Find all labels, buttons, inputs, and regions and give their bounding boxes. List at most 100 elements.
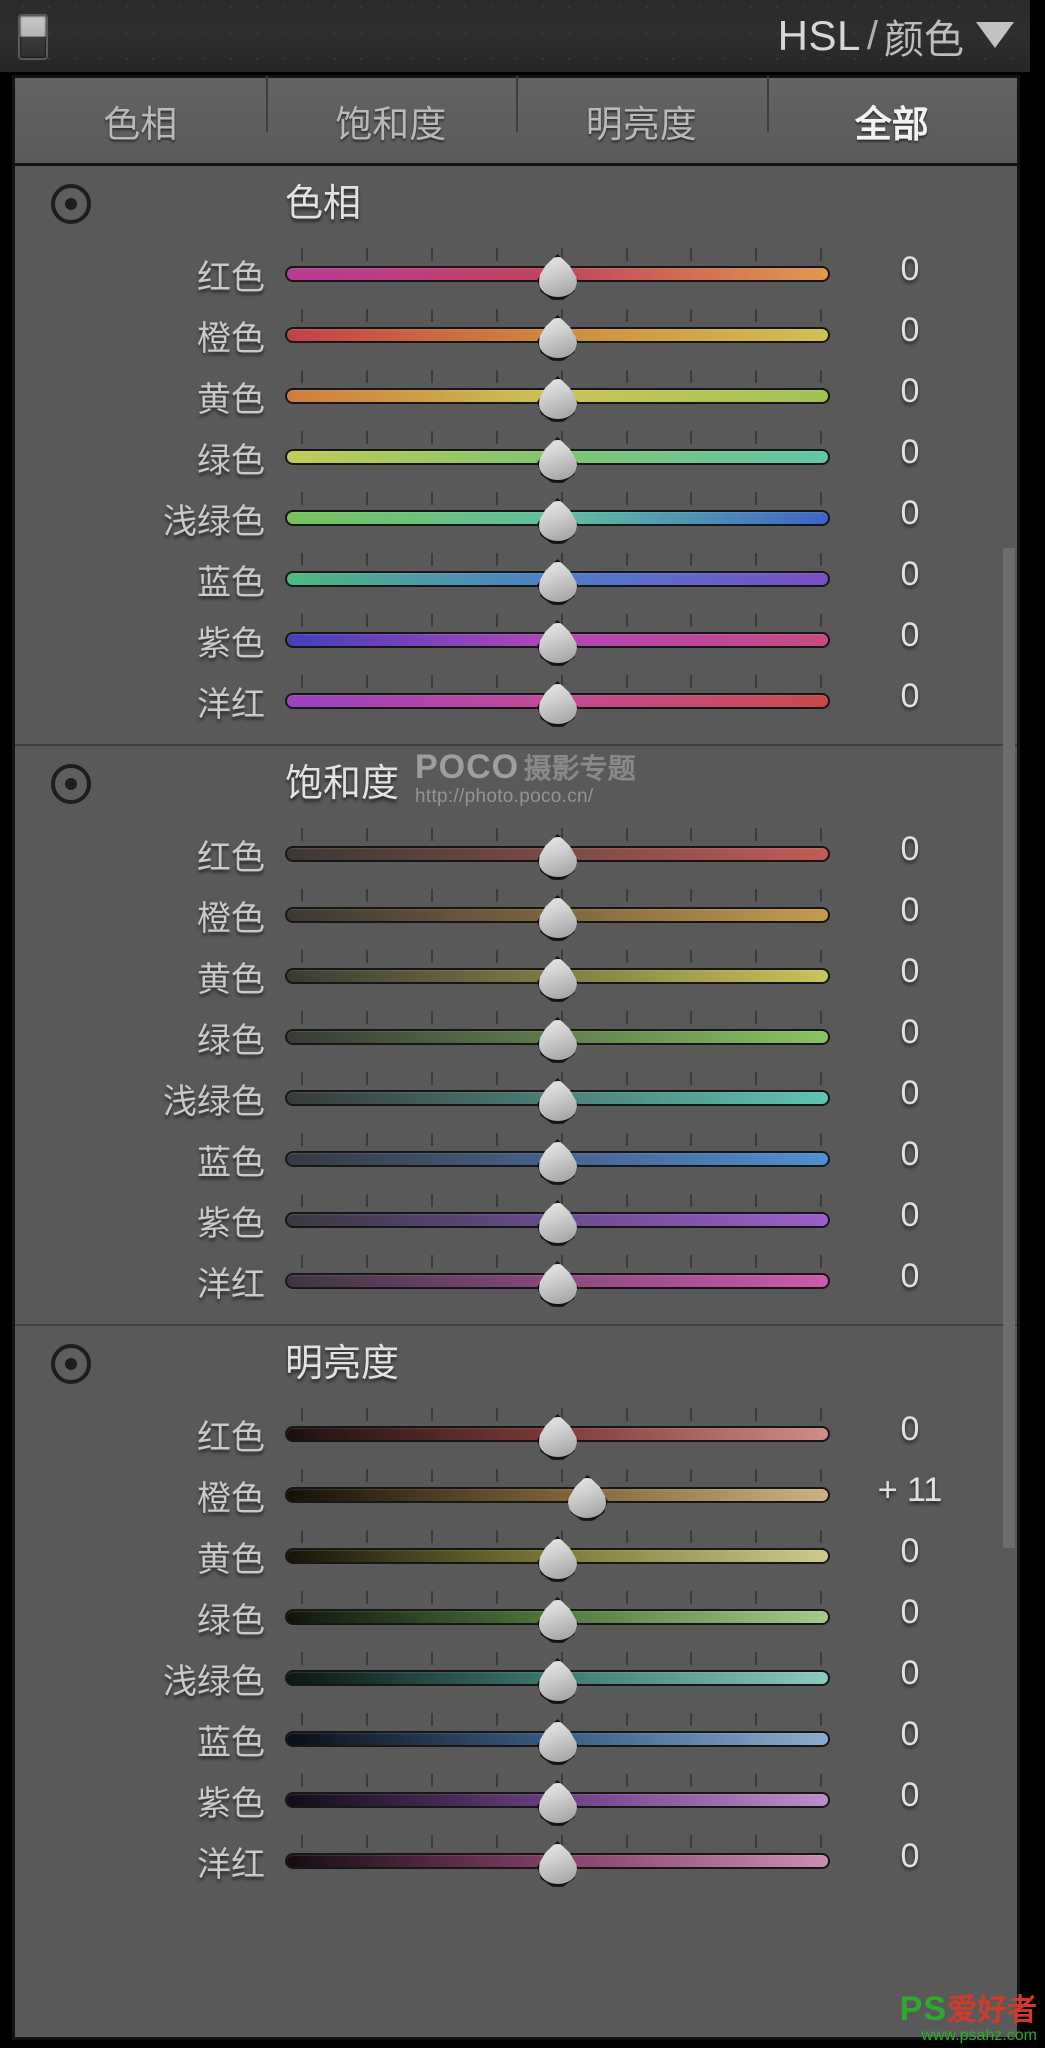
slider-value[interactable]: 0 — [845, 616, 975, 655]
section-title-saturation: 饱和度 — [285, 763, 400, 805]
slider-label: 橙色 — [197, 320, 265, 358]
slider-track-area[interactable] — [285, 1829, 830, 1890]
section-title-hue: 色相 — [285, 183, 362, 225]
site-watermark-text: 爱好者 — [947, 1994, 1037, 2027]
slider-value[interactable]: + 11 — [845, 1471, 975, 1510]
slider-value[interactable]: 0 — [845, 891, 975, 930]
slider-label: 橙色 — [197, 1480, 265, 1518]
slider-row: 蓝色 0 — [15, 1127, 1017, 1188]
section-header-luminance: 明亮度 — [15, 1326, 1017, 1402]
poco-watermark-brand: POCO — [415, 748, 520, 786]
target-adjust-icon[interactable] — [51, 1344, 91, 1384]
slider-value[interactable]: 0 — [845, 677, 975, 716]
slider-track-area[interactable] — [285, 1402, 830, 1463]
slider-row: 红色 0 — [15, 242, 1017, 303]
panel-toggle-switch[interactable] — [18, 14, 48, 60]
poco-watermark-brand-cn: 摄影专题 — [523, 753, 636, 784]
tab-3[interactable]: 全部 — [766, 75, 1018, 148]
slider-value[interactable]: 0 — [845, 433, 975, 472]
slider-label: 绿色 — [197, 1022, 265, 1060]
tab-1[interactable]: 饱和度 — [265, 75, 517, 148]
slider-ticks — [285, 1469, 830, 1483]
slider-track-area[interactable] — [285, 608, 830, 669]
slider-track-area[interactable] — [285, 1463, 830, 1524]
slider-value[interactable]: 0 — [845, 1013, 975, 1052]
slider-value[interactable]: 0 — [845, 1715, 975, 1754]
slider-track-area[interactable] — [285, 1127, 830, 1188]
slider-track-area[interactable] — [285, 883, 830, 944]
slider-value[interactable]: 0 — [845, 1410, 975, 1449]
slider-track-area[interactable] — [285, 822, 830, 883]
slider-row: 洋红 0 — [15, 669, 1017, 730]
slider-label: 洋红 — [197, 686, 265, 724]
slider-row: 蓝色 0 — [15, 547, 1017, 608]
slider-track-area[interactable] — [285, 1524, 830, 1585]
panel-scrollbar[interactable] — [1003, 548, 1015, 1548]
site-watermark: PS爱好者 www.psahz.com — [900, 1992, 1037, 2044]
slider-label: 绿色 — [197, 442, 265, 480]
slider-label: 浅绿色 — [163, 1083, 265, 1121]
slider-value[interactable]: 0 — [845, 1532, 975, 1571]
slider-track-area[interactable] — [285, 1768, 830, 1829]
slider-track-area[interactable] — [285, 1585, 830, 1646]
slider-row: 红色 0 — [15, 1402, 1017, 1463]
slider-value[interactable]: 0 — [845, 830, 975, 869]
slider-track-area[interactable] — [285, 669, 830, 730]
slider-value[interactable]: 0 — [845, 494, 975, 533]
slider-track-area[interactable] — [285, 547, 830, 608]
slider-row: 绿色 0 — [15, 425, 1017, 486]
slider-track-area[interactable] — [285, 425, 830, 486]
slider-track-area[interactable] — [285, 242, 830, 303]
slider-row: 黄色 0 — [15, 944, 1017, 1005]
slider-row: 洋红 0 — [15, 1249, 1017, 1310]
slider-label: 橙色 — [197, 900, 265, 938]
hsl-sections: 色相 红色 0 橙色 0 黄色 0 绿色 0 浅绿色 0 蓝色 0 紫色 0 洋红 0 饱和度 POCO 摄影专题 h… — [15, 166, 1017, 1904]
target-adjust-icon[interactable] — [51, 184, 91, 224]
slider-track-area[interactable] — [285, 1249, 830, 1310]
chevron-down-icon[interactable] — [976, 22, 1014, 48]
slider-value[interactable]: 0 — [845, 555, 975, 594]
slider-value[interactable]: 0 — [845, 1776, 975, 1815]
slider-label: 紫色 — [197, 1785, 265, 1823]
slider-value[interactable]: 0 — [845, 250, 975, 289]
target-adjust-icon[interactable] — [51, 764, 91, 804]
slider-row: 洋红 0 — [15, 1829, 1017, 1890]
slider-row: 绿色 0 — [15, 1585, 1017, 1646]
slider-label: 红色 — [197, 1419, 265, 1457]
slider-track-area[interactable] — [285, 1707, 830, 1768]
slider-track-area[interactable] — [285, 486, 830, 547]
slider-track-area[interactable] — [285, 1066, 830, 1127]
slider-value[interactable]: 0 — [845, 311, 975, 350]
panel-title-hsl: HSL — [777, 12, 861, 59]
tab-2[interactable]: 明亮度 — [516, 75, 767, 148]
slider-label: 蓝色 — [197, 1724, 265, 1762]
slider-value[interactable]: 0 — [845, 1837, 975, 1876]
slider-track-area[interactable] — [285, 303, 830, 364]
slider-value[interactable]: 0 — [845, 1074, 975, 1113]
slider-track-area[interactable] — [285, 364, 830, 425]
slider-value[interactable]: 0 — [845, 1257, 975, 1296]
slider-label: 绿色 — [197, 1602, 265, 1640]
slider-value[interactable]: 0 — [845, 1196, 975, 1235]
slider-track-area[interactable] — [285, 1005, 830, 1066]
section-saturation: 饱和度 POCO 摄影专题 http://photo.poco.cn/红色 0 橙色 0 黄… — [15, 744, 1017, 1324]
slider-label: 蓝色 — [197, 1144, 265, 1182]
section-header-saturation: 饱和度 POCO 摄影专题 http://photo.poco.cn/ — [15, 746, 1017, 822]
slider-value[interactable]: 0 — [845, 1593, 975, 1632]
slider-track-area[interactable] — [285, 1188, 830, 1249]
slider-track-area[interactable] — [285, 944, 830, 1005]
slider-value[interactable]: 0 — [845, 1135, 975, 1174]
slider-row: 浅绿色 0 — [15, 486, 1017, 547]
lightroom-hsl-panel-screen: HSL / 颜色 色相 饱和度 明亮度 全部 色相 红色 0 橙色 0 黄色 0 绿色 0 浅绿色 0 蓝色… — [0, 0, 1045, 2048]
slider-value[interactable]: 0 — [845, 372, 975, 411]
poco-watermark-url: http://photo.poco.cn/ — [415, 786, 594, 807]
site-watermark-url: www.psahz.com — [921, 2027, 1037, 2044]
slider-row: 橙色 0 — [15, 303, 1017, 364]
site-watermark-logo: PS — [899, 1990, 947, 2028]
slider-value[interactable]: 0 — [845, 1654, 975, 1693]
tab-0[interactable]: 色相 — [15, 94, 266, 148]
section-header-hue: 色相 — [15, 166, 1017, 242]
slider-value[interactable]: 0 — [845, 952, 975, 991]
slider-track-area[interactable] — [285, 1646, 830, 1707]
slider-track[interactable] — [285, 1487, 830, 1503]
